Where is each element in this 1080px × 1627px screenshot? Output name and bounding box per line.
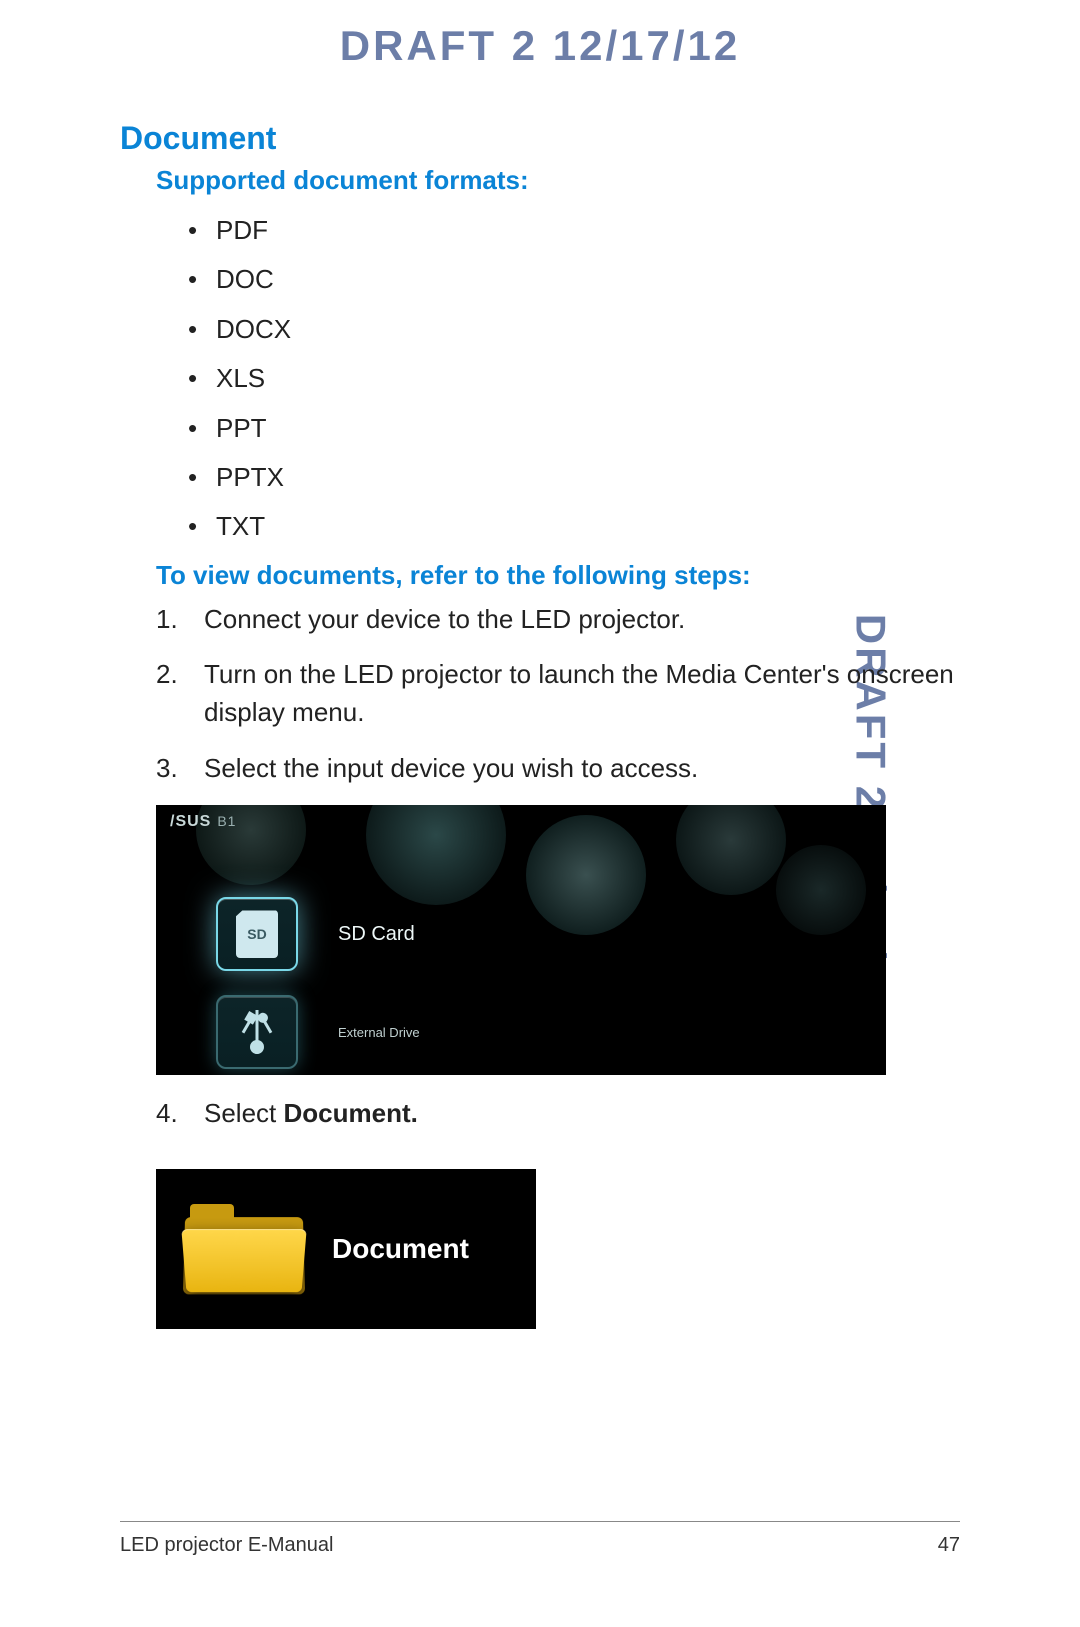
document-tile-screenshot: Document [156,1169,536,1329]
page-number: 47 [938,1534,960,1557]
sd-card-glyph: SD [236,910,278,958]
formats-list: PDF DOC DOCX XLS PPT PPTX TXT [188,206,960,552]
sd-card-label: SD Card [338,923,415,946]
format-item: DOCX [188,305,960,354]
sd-card-icon: SD [216,897,298,971]
heading-supported-formats: Supported document formats: [156,165,960,196]
heading-document: Document [120,120,960,157]
format-item: DOC [188,255,960,304]
usb-icon [216,995,298,1069]
external-drive-label: External Drive [338,1025,420,1040]
footer-title: LED projector E-Manual [120,1534,333,1557]
step-1: Connect your device to the LED projector… [156,601,960,639]
menu-item-external-drive: External Drive [216,995,420,1069]
page-footer: LED projector E-Manual 47 [120,1521,960,1557]
menu-item-sd-card: SD SD Card [216,897,415,971]
format-item: XLS [188,354,960,403]
media-center-screenshot: /SUS B1 SD SD Card External Drive [156,805,886,1075]
steps-list: Connect your device to the LED projector… [156,601,960,788]
document-tile-label: Document [332,1233,469,1265]
step-4: Select Document. [156,1095,960,1133]
model-text: B1 [217,813,236,829]
step-3: Select the input device you wish to acce… [156,750,960,788]
format-item: TXT [188,502,960,551]
step-4-prefix: Select [204,1098,284,1128]
format-item: PPT [188,404,960,453]
watermark-top: DRAFT 2 12/17/12 [0,22,1080,70]
heading-to-view: To view documents, refer to the followin… [156,560,960,591]
brand-logo: /SUS B1 [170,813,236,831]
folder-icon [184,1204,304,1294]
page-content: Document Supported document formats: PDF… [120,120,960,1329]
format-item: PDF [188,206,960,255]
step-4-bold: Document. [284,1098,418,1128]
steps-list-cont: Select Document. [156,1095,960,1133]
brand-text: /SUS [170,813,211,830]
format-item: PPTX [188,453,960,502]
step-2: Turn on the LED projector to launch the … [156,656,960,731]
